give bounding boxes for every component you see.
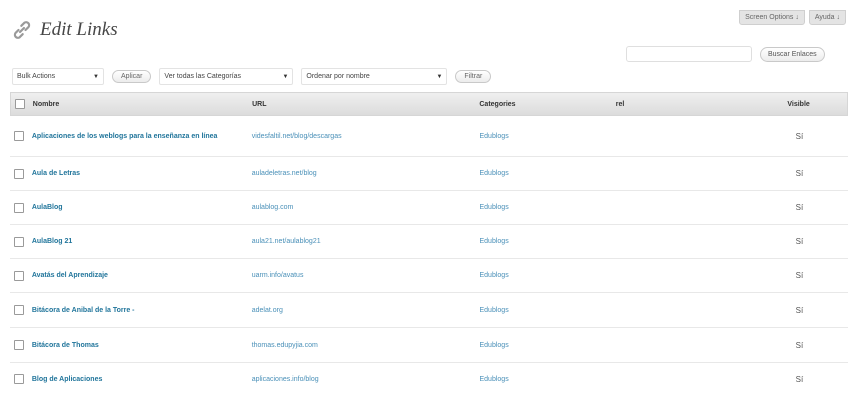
screen-meta: Screen Options ↓ Ayuda ↓: [739, 10, 846, 25]
row-select-cell: [10, 270, 28, 281]
link-category[interactable]: Edublogs: [476, 376, 613, 383]
link-visible: Sí: [795, 340, 804, 350]
help-button[interactable]: Ayuda ↓: [808, 10, 846, 25]
search-input[interactable]: [626, 46, 752, 62]
row-select-cell: [10, 202, 28, 213]
row-select-cell: [10, 305, 28, 315]
row-checkbox[interactable]: [13, 270, 24, 281]
link-url[interactable]: auladeletras.net/blog: [248, 170, 476, 177]
table-row: AulaBlog aulablog.com Edublogs Sí: [10, 191, 848, 225]
bulk-actions-select[interactable]: Bulk Actions ▼: [12, 68, 104, 85]
page-title: Edit Links: [40, 19, 118, 40]
column-rel: rel: [615, 100, 625, 108]
search-links-button[interactable]: Buscar Enlaces: [760, 46, 825, 62]
link-visible: Sí: [795, 374, 804, 384]
screen-options-button[interactable]: Screen Options ↓: [739, 10, 805, 25]
row-select-cell: [10, 340, 28, 350]
link-visible: Sí: [795, 237, 804, 246]
link-visible: Sí: [795, 271, 804, 280]
table-row: Bitácora de Anibal de la Torre - adelat.…: [10, 293, 848, 328]
link-name[interactable]: Bitácora de Anibal de la Torre -: [28, 306, 248, 315]
link-visible: Sí: [795, 203, 804, 212]
row-checkbox[interactable]: [13, 374, 24, 384]
row-checkbox[interactable]: [13, 202, 24, 213]
link-url[interactable]: uarm.info/avatus: [248, 272, 476, 279]
link-url[interactable]: thomas.edupyjia.com: [248, 342, 476, 349]
link-url[interactable]: aplicaciones.info/blog: [248, 376, 476, 383]
page-header: Edit Links: [10, 18, 118, 42]
link-name[interactable]: Avatás del Aprendizaje: [28, 271, 248, 280]
table-row: Blog de Aplicaciones aplicaciones.info/b…: [10, 363, 848, 395]
link-category[interactable]: Edublogs: [476, 204, 613, 211]
row-checkbox[interactable]: [13, 340, 24, 350]
chevron-down-icon: ▼: [282, 73, 289, 80]
link-category[interactable]: Edublogs: [476, 272, 613, 279]
column-categories: Categories: [479, 100, 516, 108]
table-row: AulaBlog 21 aula21.net/aulablog21 Edublo…: [10, 225, 848, 259]
table-row: Bitácora de Thomas thomas.edupyjia.com E…: [10, 328, 848, 363]
search-box: Buscar Enlaces: [626, 46, 825, 62]
link-name[interactable]: Bitácora de Thomas: [28, 341, 248, 350]
row-select-cell: [10, 374, 28, 384]
row-checkbox[interactable]: [13, 236, 24, 247]
links-chain-icon: [13, 21, 31, 39]
link-category[interactable]: Edublogs: [476, 170, 613, 177]
link-category[interactable]: Edublogs: [476, 238, 613, 245]
apply-button[interactable]: Aplicar: [112, 70, 152, 83]
link-name[interactable]: AulaBlog: [28, 203, 248, 212]
order-value: Ordenar por nombre: [306, 73, 370, 80]
table-row: Aplicaciones de los weblogs para la ense…: [10, 116, 848, 157]
category-filter-value: Ver todas las Categorías: [164, 73, 242, 80]
link-visible: Sí: [795, 169, 804, 178]
column-url[interactable]: URL: [248, 101, 475, 108]
link-category[interactable]: Edublogs: [476, 342, 613, 349]
table-row: Avatás del Aprendizaje uarm.info/avatus …: [10, 259, 848, 293]
link-url[interactable]: videsfaltil.net/blog/descargas: [248, 133, 476, 140]
row-checkbox[interactable]: [13, 168, 24, 179]
column-visible[interactable]: Visible: [750, 101, 847, 108]
filter-button[interactable]: Filtrar: [455, 70, 492, 83]
link-name[interactable]: AulaBlog 21: [28, 237, 248, 246]
row-select-cell: [10, 131, 28, 141]
row-select-cell: [10, 236, 28, 247]
select-all-cell: [11, 99, 29, 109]
edit-links-page: Screen Options ↓ Ayuda ↓ Edit Links Busc…: [0, 0, 854, 395]
link-name[interactable]: Blog de Aplicaciones: [28, 375, 248, 384]
link-name[interactable]: Aplicaciones de los weblogs para la ense…: [28, 132, 248, 141]
order-select[interactable]: Ordenar por nombre ▼: [301, 68, 448, 85]
link-url[interactable]: aula21.net/aulablog21: [248, 238, 476, 245]
link-url[interactable]: adelat.org: [248, 307, 476, 314]
row-select-cell: [10, 168, 28, 179]
link-visible: Sí: [795, 305, 804, 315]
chevron-down-icon: ▼: [93, 73, 99, 80]
filter-bar: Bulk Actions ▼ Aplicar Ver todas las Cat…: [12, 68, 492, 85]
row-checkbox[interactable]: [13, 305, 24, 315]
category-filter-select[interactable]: Ver todas las Categorías ▼: [159, 68, 294, 85]
row-checkbox[interactable]: [13, 131, 24, 141]
link-url[interactable]: aulablog.com: [248, 204, 476, 211]
link-category[interactable]: Edublogs: [476, 307, 613, 314]
select-all-checkbox[interactable]: [14, 99, 25, 109]
link-visible: Sí: [795, 131, 804, 141]
table-header: Nombre URL Categories rel Visible: [10, 92, 848, 116]
link-category[interactable]: Edublogs: [476, 133, 613, 140]
links-table: Nombre URL Categories rel Visible Aplica…: [10, 92, 848, 395]
column-name[interactable]: Nombre: [29, 101, 248, 108]
chevron-down-icon: ▼: [436, 73, 443, 80]
link-name[interactable]: Aula de Letras: [28, 169, 248, 178]
table-row: Aula de Letras auladeletras.net/blog Edu…: [10, 157, 848, 191]
bulk-actions-value: Bulk Actions: [17, 73, 56, 80]
